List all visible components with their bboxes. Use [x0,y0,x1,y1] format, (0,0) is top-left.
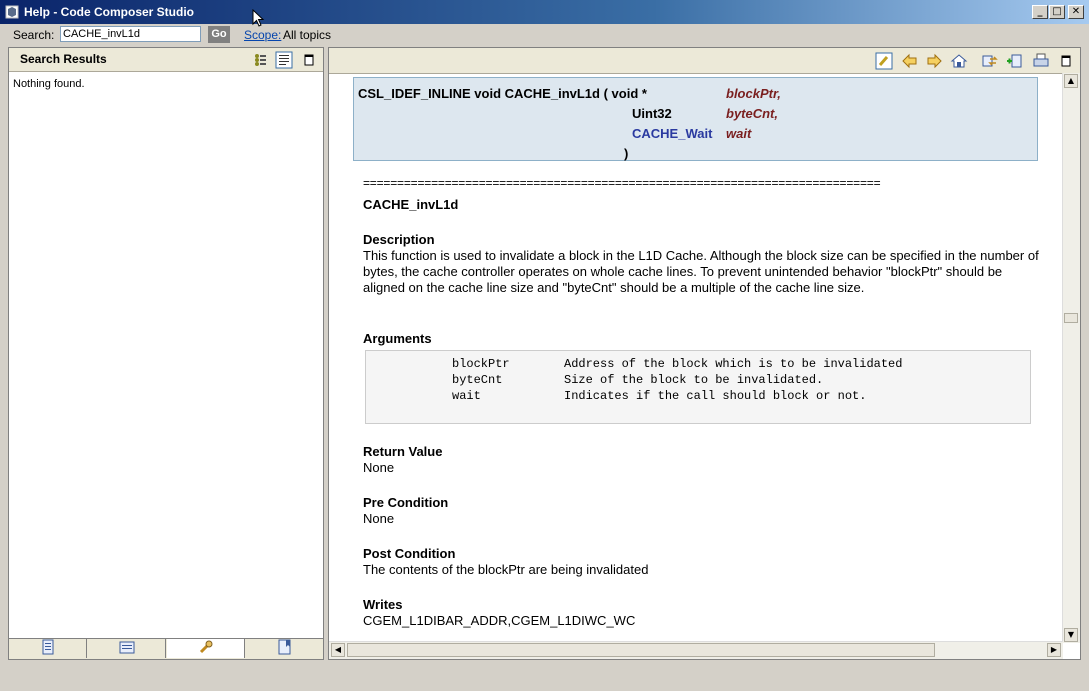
search-label: Search: [13,28,55,42]
function-name-heading: CACHE_invL1d [363,197,459,212]
list-view-icon[interactable] [252,51,270,69]
param-name-bytecnt: byteCnt, [726,106,778,121]
content-toolbar [329,48,1080,74]
search-icon [199,640,212,654]
return-value-heading: Return Value [363,444,443,459]
print-icon[interactable] [1032,52,1050,70]
scroll-left-icon[interactable]: ◀ [331,643,345,657]
param-type-cache-wait[interactable]: CACHE_Wait [632,126,712,141]
post-condition-text: The contents of the blockPtr are being i… [363,562,649,577]
vertical-scroll-thumb[interactable] [1064,313,1078,323]
bookmark-add-icon[interactable] [1005,52,1023,70]
writes-text: CGEM_L1DIBAR_ADDR,CGEM_L1DIWC_WC [363,613,636,628]
help-content-pane: CSL_IDEF_INLINE void CACHE_invL1d ( void… [328,47,1081,660]
post-condition-heading: Post Condition [363,546,456,561]
tab-index[interactable] [88,639,166,658]
minimize-button[interactable]: _ [1032,5,1048,19]
go-button[interactable]: Go [208,26,230,43]
param-name-wait: wait [726,126,752,141]
arg-desc: Indicates if the call should block or no… [564,389,867,403]
back-arrow-icon[interactable] [901,52,919,70]
return-value-text: None [363,460,395,475]
description-heading: Description [363,232,435,247]
signature-close: ) [624,146,629,161]
tab-search[interactable] [167,639,245,658]
arguments-heading: Arguments [363,331,432,346]
arg-name: byteCnt [452,373,503,387]
window-title: Help - Code Composer Studio [24,5,195,19]
scope-link[interactable]: Scope: [244,28,281,42]
function-signature: CSL_IDEF_INLINE void CACHE_invL1d ( void… [353,77,1038,161]
arg-desc: Size of the block to be invalidated. [564,373,824,387]
search-input[interactable] [60,26,201,42]
mouse-cursor-icon [252,9,265,27]
param-type-uint32: Uint32 [632,106,672,121]
maximize-icon[interactable] [1057,52,1075,70]
pre-condition-text: None [363,511,395,526]
help-document: CSL_IDEF_INLINE void CACHE_invL1d ( void… [329,74,1043,640]
home-icon[interactable] [950,52,968,70]
horizontal-scrollbar[interactable]: ◀ ▶ [329,641,1063,659]
search-results-header: Search Results [9,48,323,72]
maximize-button[interactable]: □ [1049,5,1065,19]
search-results-title: Search Results [20,52,107,66]
close-button[interactable]: ✕ [1068,5,1084,19]
arguments-box: blockPtr Address of the block which is t… [365,350,1031,424]
scroll-right-icon[interactable]: ▶ [1047,643,1061,657]
left-pane-tabs [9,638,324,659]
description-text: This function is used to invalidate a bl… [363,248,1039,295]
scope-value: All topics [283,28,332,42]
scroll-up-icon[interactable]: ▲ [1064,74,1078,88]
no-results-message: Nothing found. [13,78,85,90]
scroll-down-icon[interactable]: ▼ [1064,628,1078,642]
signature-prefix: CSL_IDEF_INLINE void CACHE_invL1d ( void… [358,86,647,101]
title-bar: Help - Code Composer Studio _ □ ✕ [0,0,1089,24]
arg-desc: Address of the block which is to be inva… [564,357,903,371]
writes-heading: Writes [363,597,403,612]
search-results-pane: Search Results Nothing found. [8,47,324,660]
horizontal-scroll-thumb[interactable] [347,643,935,657]
maximize-pane-icon[interactable] [300,51,318,69]
maximize-icon: □ [1052,6,1062,17]
arg-name: wait [452,389,481,403]
highlight-icon[interactable] [875,52,893,70]
forward-arrow-icon[interactable] [925,52,943,70]
bookmarks-icon [278,639,290,655]
separator-line: ========================================… [363,176,881,190]
index-icon [119,641,134,654]
arg-name: blockPtr [452,357,510,371]
contents-icon [42,639,53,655]
pre-condition-heading: Pre Condition [363,495,449,510]
vertical-scrollbar[interactable]: ▲ ▼ [1062,73,1080,643]
app-icon [5,5,19,19]
search-bar: Search: Go Scope: All topics [0,24,1089,46]
close-icon: ✕ [1071,6,1081,17]
show-description-icon[interactable] [275,51,293,69]
tab-contents[interactable] [9,639,87,658]
param-name-blockptr: blockPtr, [726,86,781,101]
sync-icon[interactable] [981,52,999,70]
tab-bookmarks[interactable] [246,639,324,658]
minimize-icon: _ [1037,6,1043,17]
